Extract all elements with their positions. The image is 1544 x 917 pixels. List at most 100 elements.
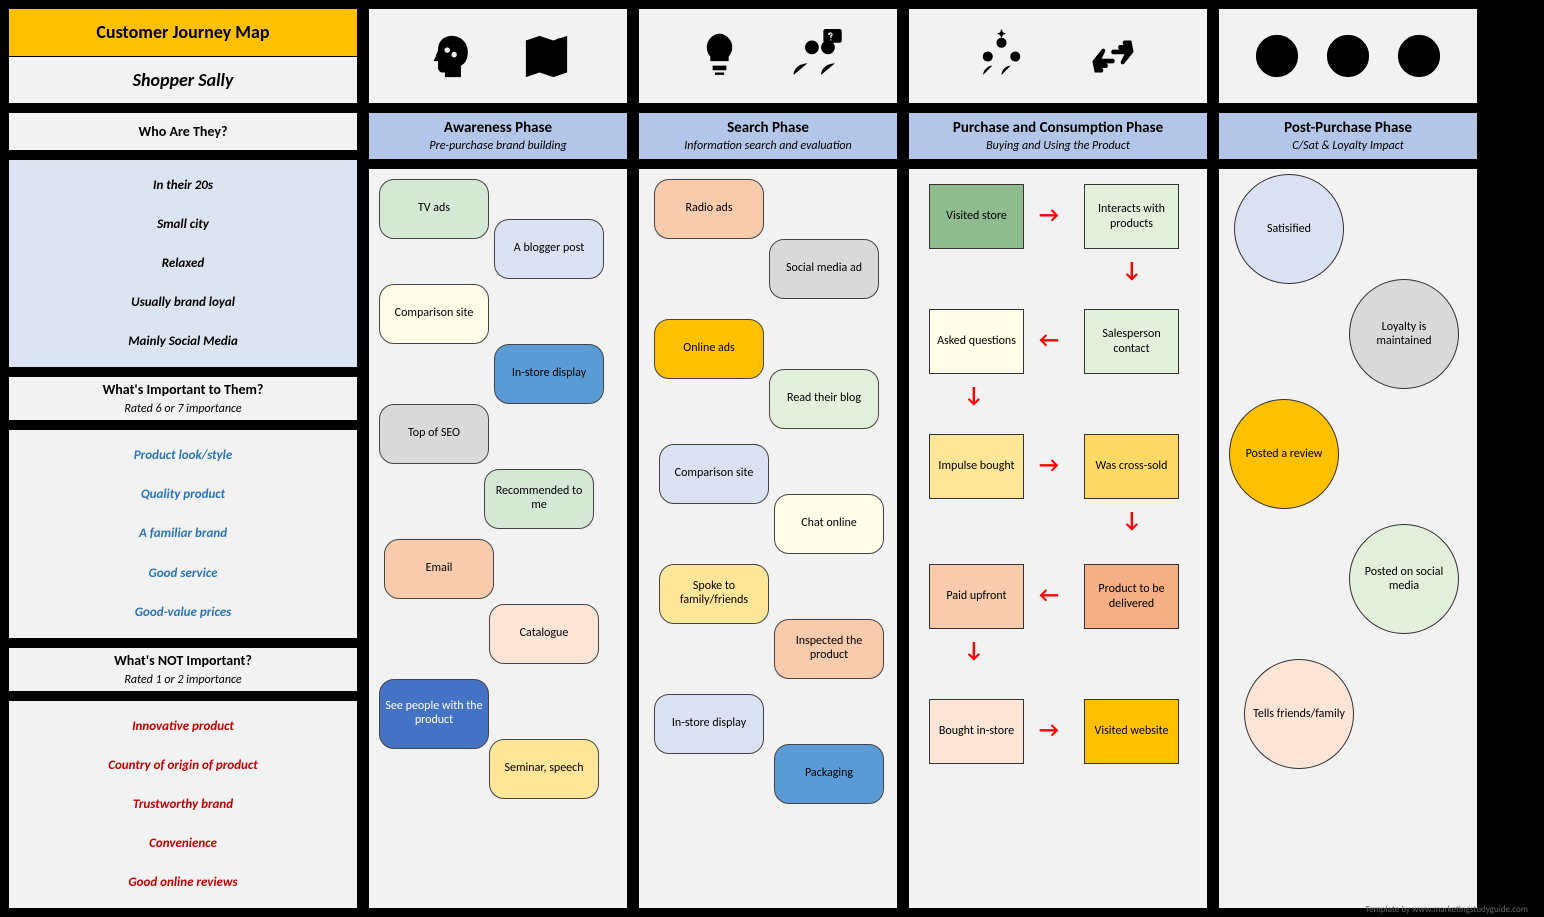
hands-icon: [1084, 29, 1142, 84]
touchpoint: Social media ad: [769, 239, 879, 299]
flow-step: Paid upfront: [929, 564, 1024, 629]
phase-subtitle: Pre-purchase brand building: [373, 139, 623, 153]
not-item: Country of origin of product: [13, 758, 353, 773]
flow-step: Product to be delivered: [1084, 564, 1179, 629]
arrow-icon: [1039, 454, 1059, 476]
touchpoint: Top of SEO: [379, 404, 489, 464]
touchpoint: Chat online: [774, 494, 884, 554]
phase-title: Purchase and Consumption Phase: [913, 119, 1203, 137]
touchpoint: See people with the product: [379, 679, 489, 749]
touchpoint: Seminar, speech: [489, 739, 599, 799]
not-item: Innovative product: [13, 719, 353, 734]
phase-title: Post-Purchase Phase: [1223, 119, 1473, 137]
touchpoint: Read their blog: [769, 369, 879, 429]
awareness-column: Awareness Phase Pre-purchase brand build…: [368, 8, 628, 909]
map-pin-icon: [519, 29, 574, 84]
persona-name: Shopper Sally: [9, 57, 357, 104]
grid: Customer Journey Map Shopper Sally Who A…: [8, 8, 1536, 909]
touchpoint: Email: [384, 539, 494, 599]
awareness-header: Awareness Phase Pre-purchase brand build…: [368, 112, 628, 160]
not-q-text: What's NOT Important?: [13, 652, 353, 669]
arrow-icon: [1122, 259, 1142, 281]
awareness-icons: [368, 8, 628, 104]
post-icons: [1218, 8, 1478, 104]
not-important-list: Innovative product Country of origin of …: [8, 700, 358, 909]
touchpoint: Radio ads: [654, 179, 764, 239]
touchpoint: A blogger post: [494, 219, 604, 279]
touchpoint: Spoke to family/friends: [659, 564, 769, 624]
important-item: Good service: [13, 566, 353, 581]
search-icons: [638, 8, 898, 104]
touchpoint: Comparison site: [379, 284, 489, 344]
arrow-icon: [1122, 509, 1142, 531]
neutral-face-icon: [1325, 33, 1371, 79]
who-item: Relaxed: [13, 256, 353, 271]
who-item: Mainly Social Media: [13, 334, 353, 349]
flow-step: Interacts with products: [1084, 184, 1179, 249]
title-block: Customer Journey Map Shopper Sally: [8, 8, 358, 104]
touchpoint: Online ads: [654, 319, 764, 379]
phase-title: Search Phase: [643, 119, 893, 137]
touchpoint: In-store display: [654, 694, 764, 754]
touchpoint: In-store display: [494, 344, 604, 404]
flow-step: Salesperson contact: [1084, 309, 1179, 374]
people-question-icon: [789, 29, 844, 84]
important-list: Product look/style Quality product A fam…: [8, 429, 358, 638]
map-title: Customer Journey Map: [9, 9, 357, 57]
phase-subtitle: Buying and Using the Product: [913, 139, 1203, 153]
arrow-icon: [964, 384, 984, 406]
touchpoint: TV ads: [379, 179, 489, 239]
group-idea-icon: [974, 29, 1029, 84]
arrow-icon: [1039, 204, 1059, 226]
touchpoint: Comparison site: [659, 444, 769, 504]
important-item: Quality product: [13, 487, 353, 502]
post-stage: Satisified Loyalty is maintained Posted …: [1218, 168, 1478, 909]
important-rating: Rated 6 or 7 importance: [13, 402, 353, 416]
phase-title: Awareness Phase: [373, 119, 623, 137]
flow-step: Impulse bought: [929, 434, 1024, 499]
arrow-icon: [964, 639, 984, 661]
arrow-icon: [1039, 719, 1059, 741]
not-rating: Rated 1 or 2 importance: [13, 673, 353, 687]
touchpoint: Recommended to me: [484, 469, 594, 529]
search-column: Search Phase Information search and eval…: [638, 8, 898, 909]
smile-face-icon: [1254, 33, 1300, 79]
journey-map-frame: Customer Journey Map Shopper Sally Who A…: [0, 0, 1544, 917]
awareness-stage: TV ads A blogger post Comparison site In…: [368, 168, 628, 909]
important-item: A familiar brand: [13, 526, 353, 541]
touchpoint: Inspected the product: [774, 619, 884, 679]
who-item: Small city: [13, 217, 353, 232]
purchase-column: Purchase and Consumption Phase Buying an…: [908, 8, 1208, 909]
who-question: Who Are They?: [8, 112, 358, 151]
flow-step: Bought in-store: [929, 699, 1024, 764]
important-item: Good-value prices: [13, 605, 353, 620]
flow-step: Visited website: [1084, 699, 1179, 764]
who-item: Usually brand loyal: [13, 295, 353, 310]
search-stage: Radio ads Social media ad Online ads Rea…: [638, 168, 898, 909]
purchase-icons: [908, 8, 1208, 104]
phase-subtitle: C/Sat & Loyalty Impact: [1223, 139, 1473, 153]
phase-subtitle: Information search and evaluation: [643, 139, 893, 153]
sad-face-icon: [1396, 33, 1442, 79]
outcome: Posted on social media: [1349, 524, 1459, 634]
head-gears-icon: [422, 29, 477, 84]
outcome: Loyalty is maintained: [1349, 279, 1459, 389]
outcome: Posted a review: [1229, 399, 1339, 509]
flow-step: Asked questions: [929, 309, 1024, 374]
not-item: Good online reviews: [13, 875, 353, 890]
who-list: In their 20s Small city Relaxed Usually …: [8, 159, 358, 368]
not-item: Convenience: [13, 836, 353, 851]
not-item: Trustworthy brand: [13, 797, 353, 812]
important-item: Product look/style: [13, 448, 353, 463]
flow-step: Was cross-sold: [1084, 434, 1179, 499]
post-header: Post-Purchase Phase C/Sat & Loyalty Impa…: [1218, 112, 1478, 160]
touchpoint: Packaging: [774, 744, 884, 804]
search-header: Search Phase Information search and eval…: [638, 112, 898, 160]
important-q-text: What's Important to Them?: [13, 381, 353, 398]
who-item: In their 20s: [13, 178, 353, 193]
credit-text: Template by www.marketingstudyguide.com: [1366, 904, 1528, 915]
purchase-stage: Visited store Interacts with products As…: [908, 168, 1208, 909]
flow-step: Visited store: [929, 184, 1024, 249]
purchase-header: Purchase and Consumption Phase Buying an…: [908, 112, 1208, 160]
outcome: Satisified: [1234, 174, 1344, 284]
